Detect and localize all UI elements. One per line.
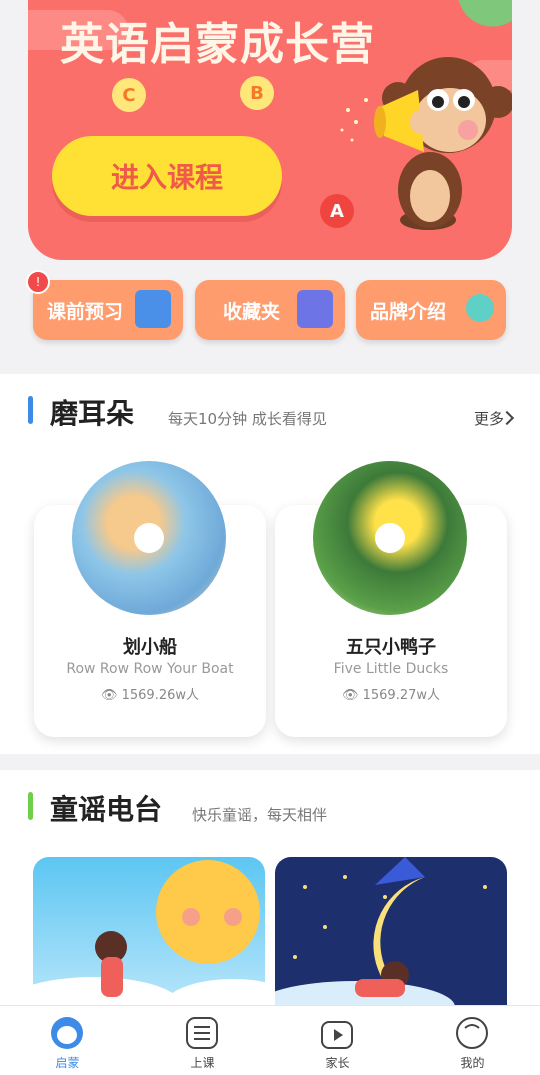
ears-title: 磨耳朵: [50, 397, 135, 430]
enter-course-button[interactable]: 进入课程: [52, 136, 282, 216]
song-disc-ducks: [313, 461, 467, 615]
song-subtitle: Row Row Row Your Boat: [66, 661, 234, 677]
tab-label: 我的: [460, 1056, 485, 1070]
favorites-label: 收藏夹: [223, 300, 281, 323]
moon-illustration: [275, 857, 487, 1017]
monkey-mascot: [340, 57, 512, 230]
notification-badge: !: [26, 270, 50, 294]
tab-classes[interactable]: 上课: [135, 1006, 270, 1075]
song-title: 五只小鸭子: [346, 637, 436, 658]
section-accent-bar: [28, 396, 33, 424]
letter-ball-b: B: [240, 76, 274, 110]
tab-enlighten[interactable]: 启蒙: [0, 1006, 135, 1075]
brand-intro-label: 品牌介绍: [370, 300, 447, 323]
radio-card-moon[interactable]: [275, 857, 507, 1017]
eye-icon: 👁: [341, 688, 363, 703]
microphone-icon: [466, 294, 494, 322]
view-count: 👁 1569.27w人: [341, 688, 441, 703]
letter-ball-c: C: [112, 78, 146, 112]
view-count: 👁 1569.26w人: [100, 688, 200, 703]
brand-intro-button[interactable]: 品牌介绍: [356, 280, 506, 340]
tab-label: 家长: [325, 1056, 350, 1070]
eye-icon: 👁: [100, 688, 122, 703]
profile-circle-icon: [456, 1017, 488, 1049]
song-disc-boat: [72, 461, 226, 615]
bottom-tab-bar: 启蒙 上课 家长 我的: [0, 1005, 540, 1075]
list-icon: [186, 1017, 218, 1049]
ears-subtitle: 每天10分钟 成长看得见: [168, 410, 327, 428]
gift-book-icon: [135, 290, 171, 328]
preview-button[interactable]: 课前预习: [33, 280, 183, 340]
course-banner[interactable]: 英语启蒙成长营 C B A 进入课程: [28, 0, 512, 260]
radio-card-sun[interactable]: [33, 857, 265, 1017]
tab-parents[interactable]: 家长: [270, 1006, 405, 1075]
leaf-decor: [458, 0, 512, 35]
sun-illustration: [33, 860, 265, 1017]
tab-label: 启蒙: [55, 1056, 80, 1070]
thumbs-up-notebook-icon: [297, 290, 333, 328]
radio-title: 童谣电台: [50, 793, 163, 826]
section-accent-bar: [28, 792, 33, 820]
preview-label: 课前预习: [47, 300, 124, 323]
song-title: 划小船: [123, 637, 177, 658]
video-play-icon: [321, 1021, 353, 1049]
banner-title: 英语启蒙成长营: [60, 19, 375, 70]
favorites-button[interactable]: 收藏夹: [195, 280, 345, 340]
tab-mine[interactable]: 我的: [405, 1006, 540, 1075]
monkey-head-icon: [51, 1017, 83, 1049]
radio-subtitle: 快乐童谣，每天相伴: [192, 806, 328, 824]
tab-label: 上课: [190, 1056, 215, 1070]
song-subtitle: Five Little Ducks: [333, 661, 449, 677]
